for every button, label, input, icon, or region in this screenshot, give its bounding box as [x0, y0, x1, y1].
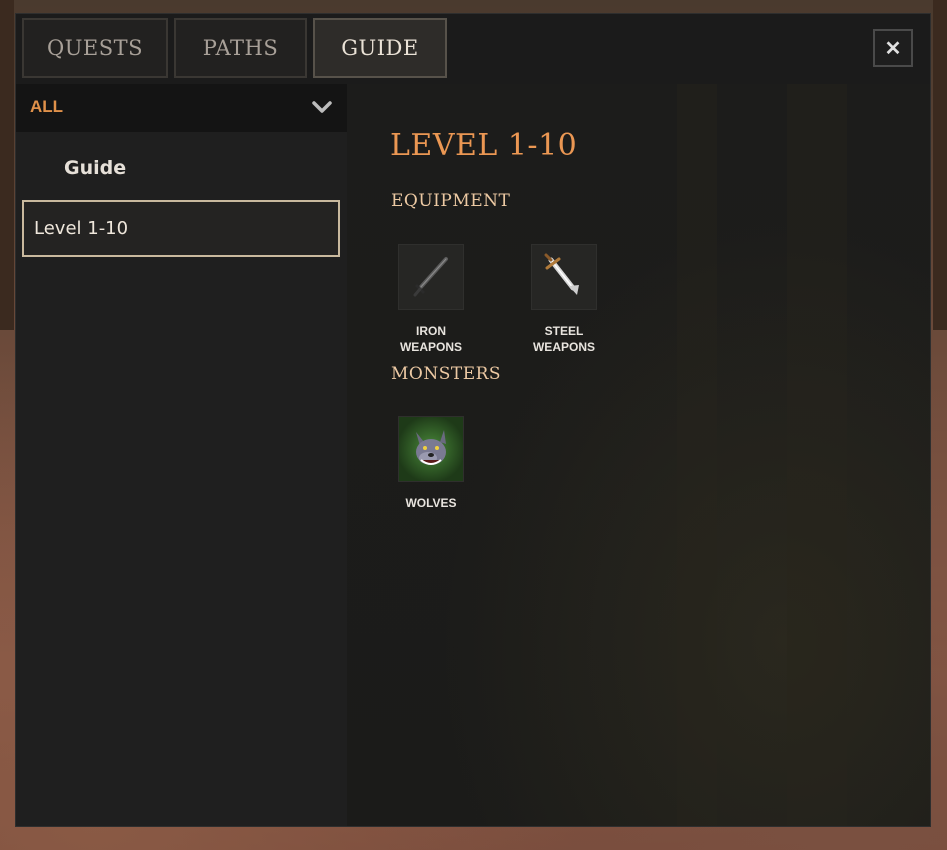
steel-sword-icon	[531, 244, 597, 310]
background-tree-right	[933, 0, 947, 330]
section-heading-equipment: EQUIPMENT	[391, 191, 511, 211]
item-label: STEEL WEAPONS	[532, 324, 595, 354]
background-forest-shade	[787, 84, 847, 826]
page-title: LEVEL 1-10	[390, 128, 578, 163]
guide-window: QUESTS PATHS GUIDE ✕ ALL Guide Level 1-1…	[15, 13, 931, 827]
item-steel-weapons[interactable]: STEEL WEAPONS	[514, 244, 614, 355]
sidebar-item-label: Level 1-10	[34, 218, 129, 239]
sidebar-item-label: Guide	[64, 156, 127, 179]
background-tree-left	[0, 0, 14, 330]
background-forest-shade	[677, 84, 717, 826]
tab-paths[interactable]: PATHS	[174, 18, 307, 78]
chevron-down-icon	[312, 101, 332, 113]
iron-sword-icon	[398, 244, 464, 310]
tab-bar: QUESTS PATHS GUIDE ✕	[16, 14, 930, 84]
category-filter-dropdown[interactable]: ALL	[16, 84, 347, 132]
sidebar-item-level-1-10[interactable]: Level 1-10	[22, 200, 340, 257]
item-wolves[interactable]: WOLVES	[381, 416, 481, 511]
wolf-icon	[398, 416, 464, 482]
sidebar: ALL Guide Level 1-10	[16, 84, 347, 826]
tab-quests[interactable]: QUESTS	[22, 18, 168, 78]
guide-content: LEVEL 1-10 EQUIPMENT IRON WEAPONS STEEL …	[347, 84, 930, 826]
filter-label: ALL	[30, 97, 64, 116]
tab-guide[interactable]: GUIDE	[313, 18, 447, 78]
close-icon: ✕	[884, 37, 902, 60]
close-button[interactable]: ✕	[873, 29, 913, 67]
sidebar-item-guide[interactable]: Guide	[22, 139, 340, 196]
section-heading-monsters: MONSTERS	[391, 364, 502, 384]
item-label: WOLVES	[405, 496, 457, 510]
item-iron-weapons[interactable]: IRON WEAPONS	[381, 244, 481, 355]
item-label: IRON WEAPONS	[399, 324, 462, 354]
